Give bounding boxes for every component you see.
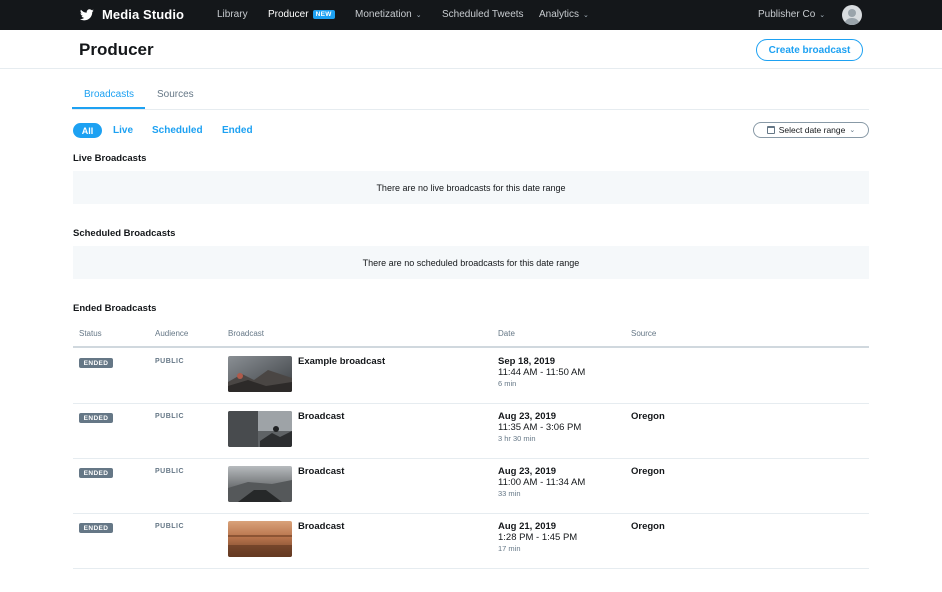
broadcast-date: Aug 23, 2019: [498, 466, 557, 477]
column-source: Source: [631, 329, 657, 338]
broadcast-thumbnail[interactable]: [228, 466, 292, 502]
column-broadcast: Broadcast: [228, 329, 265, 338]
broadcast-thumbnail[interactable]: [228, 521, 292, 557]
nav-monetization[interactable]: Monetization ⌄: [355, 9, 422, 20]
twitter-bird-icon: [80, 8, 94, 20]
filter-scheduled[interactable]: Scheduled: [152, 125, 203, 136]
audience-label: PUBLIC: [155, 468, 185, 475]
ended-section-title: Ended Broadcasts: [73, 303, 157, 314]
top-nav: Media Studio Library Producer NEW Moneti…: [0, 0, 942, 30]
broadcast-duration: 6 min: [498, 379, 517, 388]
tab-sources[interactable]: Sources: [157, 89, 194, 100]
account-menu[interactable]: Publisher Co ⌄: [758, 9, 825, 20]
table-row[interactable]: ENDED PUBLIC Broadcast Aug 21, 2019 1:28…: [73, 513, 869, 568]
chevron-down-icon: ⌄: [819, 11, 826, 19]
broadcast-date: Sep 18, 2019: [498, 356, 556, 367]
header-divider: [0, 68, 942, 69]
calendar-icon: [766, 126, 775, 134]
table-row[interactable]: ENDED PUBLIC Broadcast Aug 23, 2019 11:0…: [73, 458, 869, 513]
nav-analytics[interactable]: Analytics ⌄: [539, 9, 589, 20]
broadcast-duration: 33 min: [498, 489, 521, 498]
chevron-down-icon: ⌄: [415, 11, 422, 19]
broadcast-time: 11:00 AM - 11:34 AM: [498, 477, 586, 488]
filter-live[interactable]: Live: [113, 125, 133, 136]
create-broadcast-button[interactable]: Create broadcast: [756, 39, 863, 61]
nav-library[interactable]: Library: [217, 9, 248, 20]
nav-library-label: Library: [217, 9, 248, 20]
date-range-picker[interactable]: Select date range ⌄: [753, 122, 869, 138]
broadcast-time: 11:44 AM - 11:50 AM: [498, 367, 586, 378]
table-row[interactable]: ENDED PUBLIC Broadcast Aug 23, 2019 11:3…: [73, 403, 869, 458]
broadcast-duration: 3 hr 30 min: [498, 434, 536, 443]
broadcast-time: 1:28 PM - 1:45 PM: [498, 532, 578, 543]
nav-scheduled-tweets-label: Scheduled Tweets: [442, 9, 524, 20]
nav-producer[interactable]: Producer NEW: [268, 9, 335, 20]
nav-producer-label: Producer: [268, 9, 309, 20]
audience-label: PUBLIC: [155, 413, 185, 420]
broadcast-date: Aug 23, 2019: [498, 411, 557, 422]
broadcast-name[interactable]: Example broadcast: [298, 356, 385, 367]
status-badge: ENDED: [79, 358, 113, 368]
broadcast-name[interactable]: Broadcast: [298, 521, 344, 532]
filter-all[interactable]: All: [73, 123, 102, 138]
scheduled-empty-state: There are no scheduled broadcasts for th…: [73, 246, 869, 279]
audience-label: PUBLIC: [155, 358, 185, 365]
nav-analytics-label: Analytics: [539, 9, 580, 20]
nav-monetization-label: Monetization: [355, 9, 412, 20]
row-divider: [73, 568, 869, 569]
broadcast-date: Aug 21, 2019: [498, 521, 557, 532]
broadcast-source: Oregon: [631, 411, 665, 422]
brand[interactable]: Media Studio: [80, 7, 184, 22]
status-badge: ENDED: [79, 468, 113, 478]
account-name: Publisher Co: [758, 9, 816, 20]
tab-broadcasts[interactable]: Broadcasts: [84, 89, 134, 100]
column-status: Status: [79, 329, 102, 338]
chevron-down-icon: ⌄: [849, 127, 856, 134]
avatar[interactable]: [842, 5, 862, 25]
status-badge: ENDED: [79, 523, 113, 533]
status-badge: ENDED: [79, 413, 113, 423]
table-row[interactable]: ENDED PUBLIC Example broadcast Sep 18, 2…: [73, 348, 869, 403]
broadcast-name[interactable]: Broadcast: [298, 466, 344, 477]
audience-label: PUBLIC: [155, 523, 185, 530]
broadcast-thumbnail[interactable]: [228, 411, 292, 447]
column-audience: Audience: [155, 329, 189, 338]
broadcast-source: Oregon: [631, 466, 665, 477]
broadcast-name[interactable]: Broadcast: [298, 411, 344, 422]
chevron-down-icon: ⌄: [583, 11, 589, 19]
broadcast-thumbnail[interactable]: [228, 356, 292, 392]
tabs-divider: [72, 109, 869, 110]
column-date: Date: [498, 329, 515, 338]
filter-ended[interactable]: Ended: [222, 125, 253, 136]
date-range-label: Select date range: [778, 125, 846, 135]
live-section-title: Live Broadcasts: [73, 153, 147, 164]
page-title: Producer: [79, 40, 154, 59]
live-empty-state: There are no live broadcasts for this da…: [73, 171, 869, 204]
new-badge: NEW: [312, 10, 335, 19]
scheduled-section-title: Scheduled Broadcasts: [73, 228, 176, 239]
user-icon: [844, 9, 860, 25]
broadcast-time: 11:35 AM - 3:06 PM: [498, 422, 582, 433]
nav-scheduled-tweets[interactable]: Scheduled Tweets: [442, 9, 524, 20]
broadcast-source: Oregon: [631, 521, 665, 532]
brand-name: Media Studio: [102, 7, 185, 22]
broadcast-duration: 17 min: [498, 544, 521, 553]
